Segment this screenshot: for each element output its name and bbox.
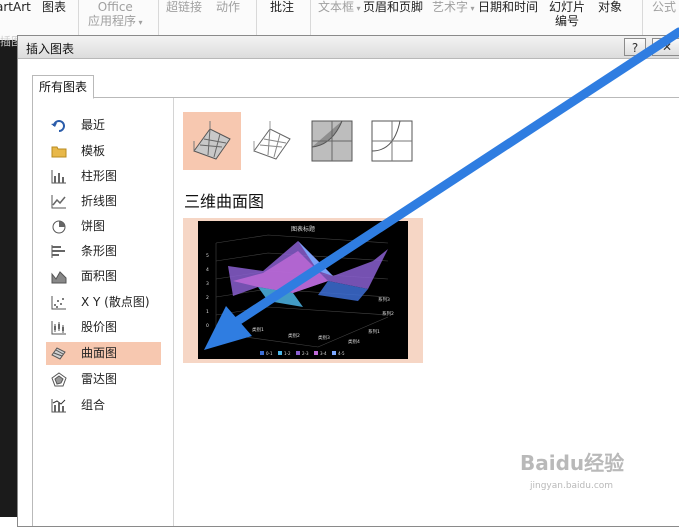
annotation-arrow (204, 27, 679, 350)
